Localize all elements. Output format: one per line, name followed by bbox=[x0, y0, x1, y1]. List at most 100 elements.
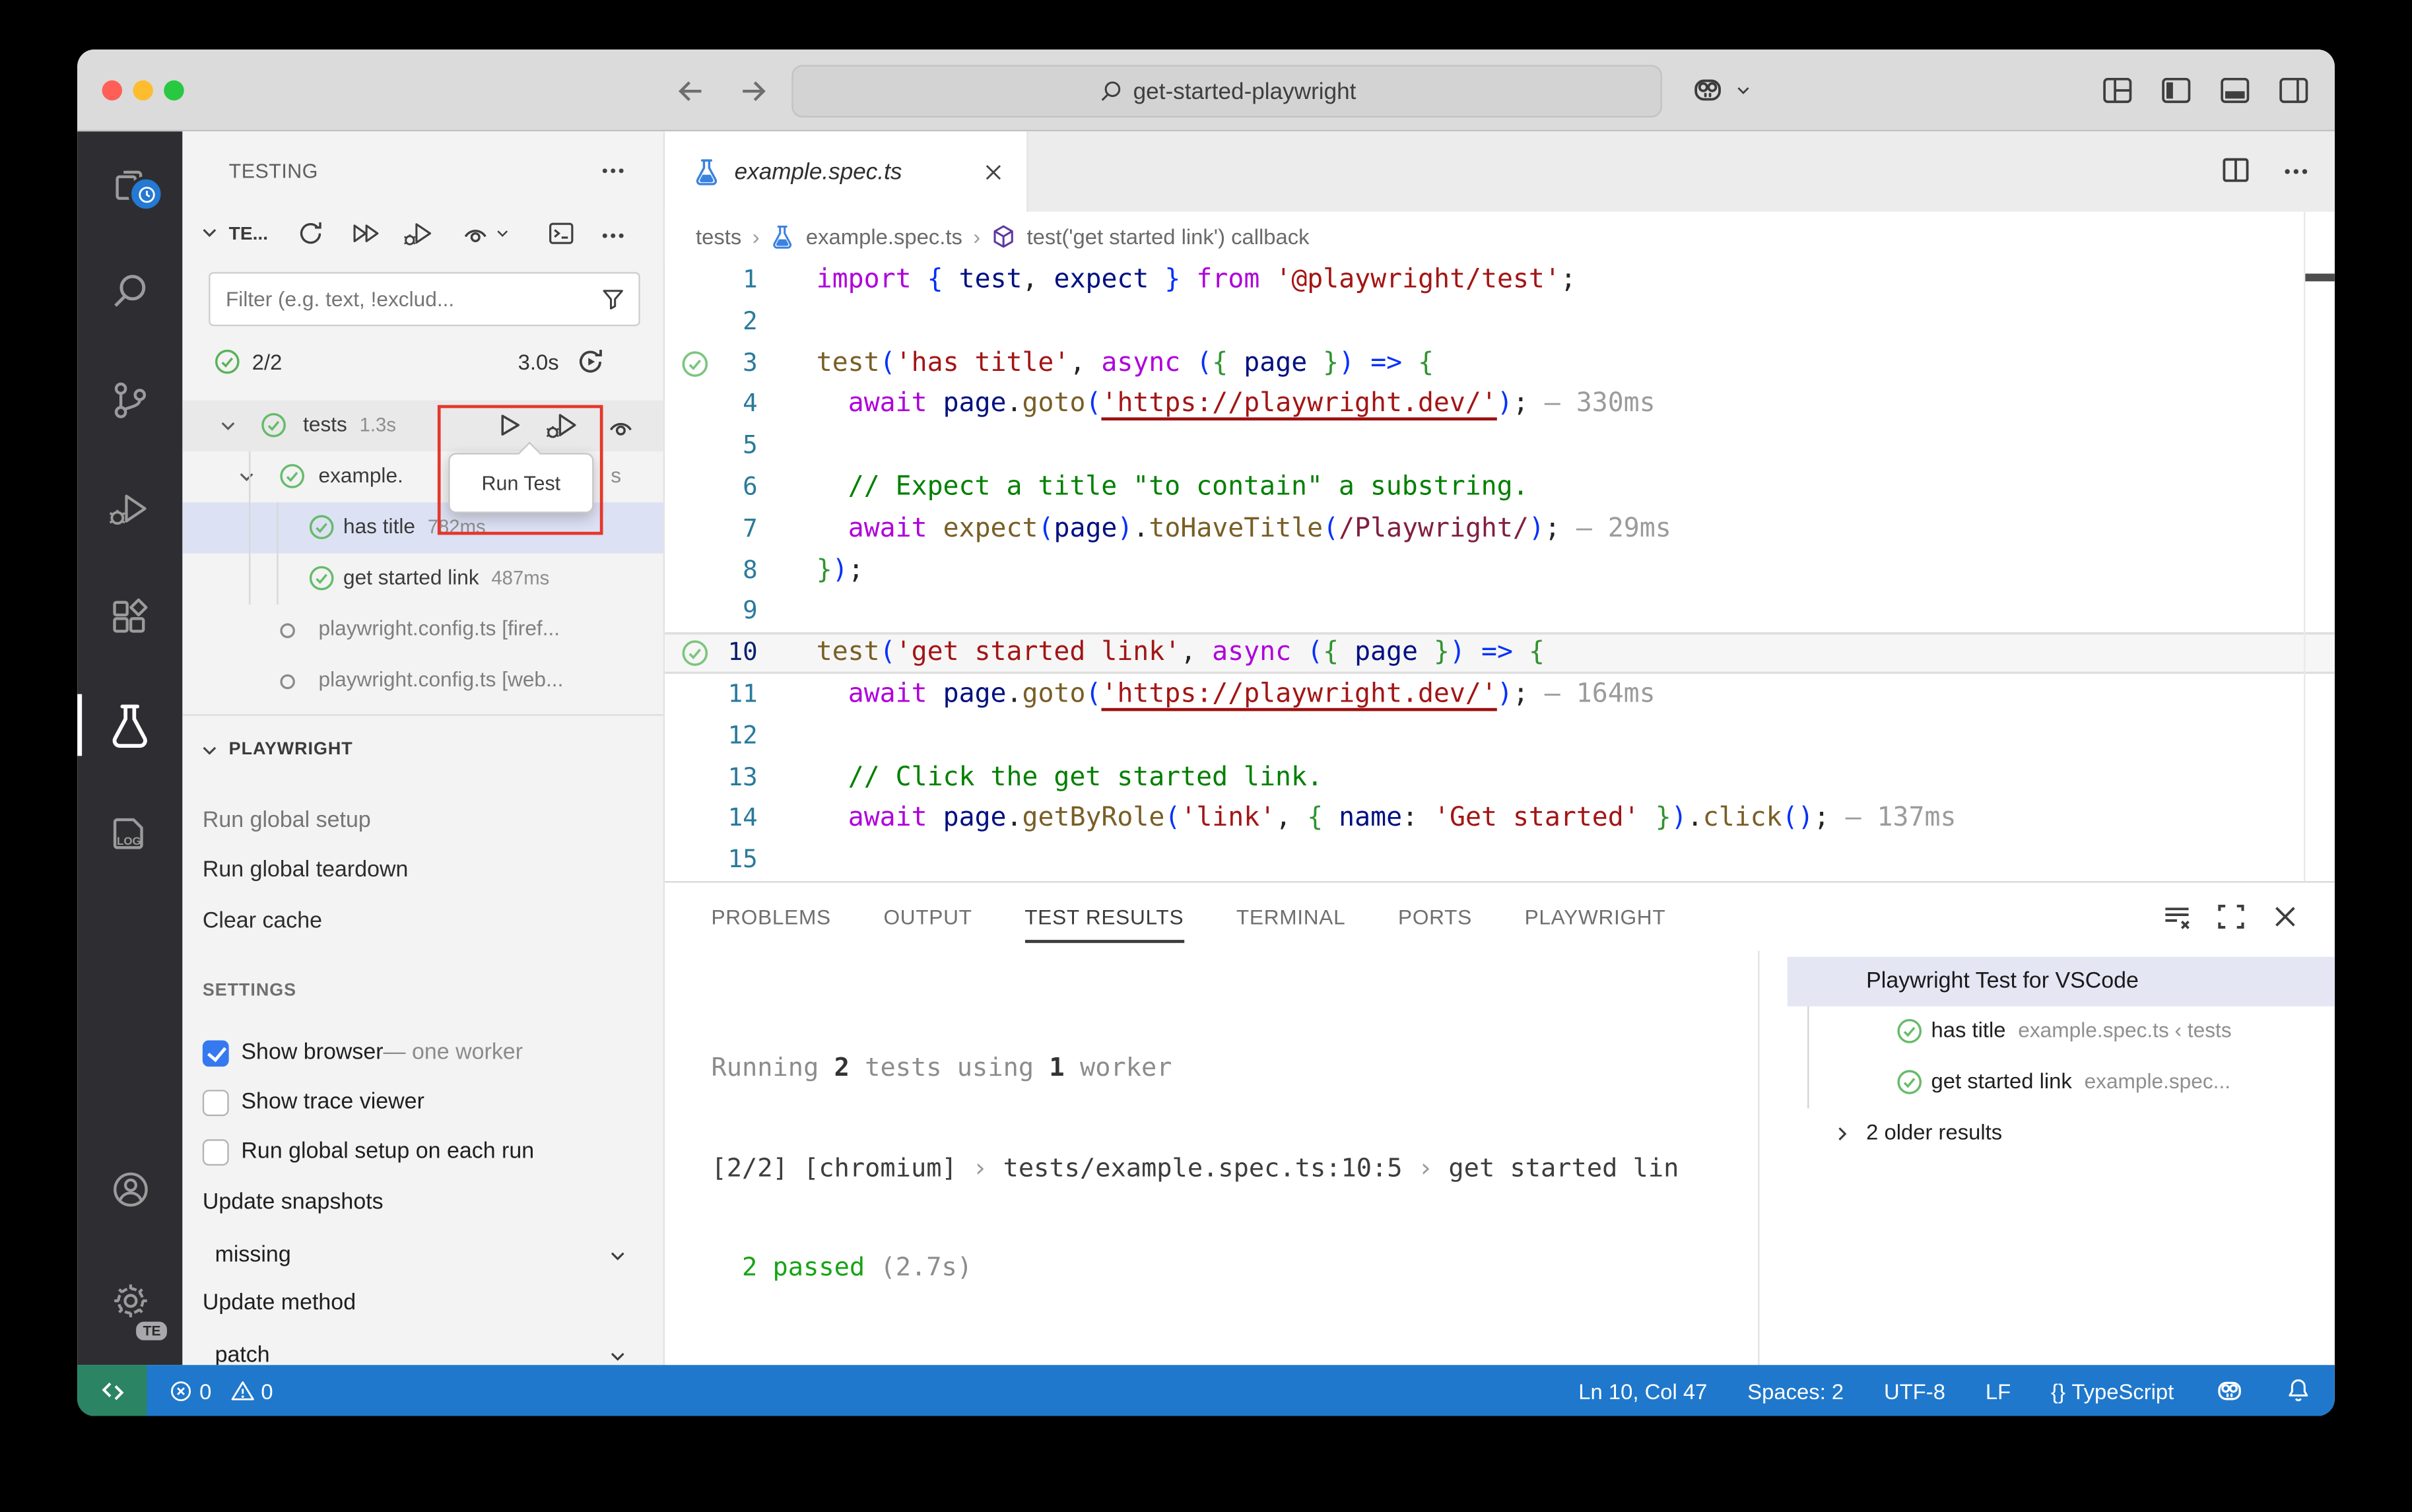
playwright-section-header[interactable]: PLAYWRIGHT bbox=[182, 728, 663, 774]
settings-button[interactable]: TE bbox=[77, 1263, 182, 1337]
chevron-down-icon[interactable] bbox=[198, 221, 221, 244]
filter-funnel-icon[interactable] bbox=[600, 286, 626, 312]
split-editor-icon[interactable] bbox=[2221, 154, 2252, 185]
sidebar-header: TESTING bbox=[182, 131, 663, 209]
copilot-status-icon[interactable] bbox=[2214, 1375, 2245, 1406]
clear-cache-link[interactable]: Clear cache bbox=[203, 897, 645, 946]
setting-show-browser[interactable]: Show browser— one worker bbox=[203, 1030, 651, 1076]
row-time: 782ms bbox=[428, 516, 486, 538]
encoding-setting[interactable]: UTF-8 bbox=[1884, 1378, 1945, 1402]
sidebar-item-source-control[interactable] bbox=[77, 363, 182, 437]
indentation-setting[interactable]: Spaces: 2 bbox=[1747, 1378, 1844, 1402]
run-test-icon[interactable] bbox=[493, 410, 524, 441]
sidebar-item-testing[interactable] bbox=[77, 688, 182, 762]
section-divider bbox=[182, 714, 663, 715]
update-method-select[interactable]: patch bbox=[215, 1334, 645, 1365]
terminal-icon[interactable] bbox=[547, 220, 575, 247]
reveal-eye-icon[interactable] bbox=[606, 412, 636, 440]
chevron-down-icon[interactable] bbox=[493, 224, 512, 243]
run-all-tests-icon[interactable] bbox=[349, 220, 384, 247]
section-label: TE... bbox=[229, 222, 268, 244]
output-line: 2 passed (2.7s) bbox=[711, 1251, 1731, 1284]
close-panel-icon[interactable] bbox=[2269, 902, 2300, 933]
language-mode[interactable]: {} TypeScript bbox=[2051, 1378, 2174, 1402]
checkbox-unchecked[interactable] bbox=[203, 1089, 229, 1115]
maximize-panel-icon[interactable] bbox=[2216, 902, 2247, 933]
toggle-primary-sidebar-icon[interactable] bbox=[2160, 74, 2192, 106]
warning-count: 0 bbox=[261, 1378, 273, 1402]
account-icon bbox=[109, 1168, 151, 1210]
checkbox-unchecked[interactable] bbox=[203, 1138, 229, 1165]
warning-icon bbox=[230, 1378, 255, 1402]
debug-all-tests-icon[interactable] bbox=[402, 220, 436, 247]
results-root-row[interactable]: Playwright Test for VSCode bbox=[1788, 957, 2335, 1006]
breadcrumb-tests[interactable]: tests bbox=[696, 223, 741, 247]
close-tab-icon[interactable] bbox=[982, 160, 1005, 183]
zoom-window-button[interactable] bbox=[164, 81, 184, 100]
tab-output[interactable]: OUTPUT bbox=[883, 905, 972, 928]
debug-test-icon[interactable] bbox=[544, 410, 581, 441]
tree-row-config-firefox[interactable]: playwright.config.ts [firef... bbox=[182, 605, 663, 655]
result-row-get-started-link[interactable]: get started linkexample.spec... bbox=[1760, 1057, 2335, 1108]
setting-run-global-setup-each-run[interactable]: Run global setup on each run bbox=[203, 1129, 651, 1175]
close-window-button[interactable] bbox=[102, 81, 122, 100]
sidebar-item-explorer[interactable] bbox=[77, 147, 182, 221]
settings-section-title: SETTINGS bbox=[203, 981, 296, 1000]
watch-mode-eye-icon[interactable] bbox=[461, 220, 490, 247]
account-button[interactable] bbox=[77, 1152, 182, 1226]
tree-row-tests[interactable]: tests1.3s bbox=[182, 401, 663, 451]
back-arrow-icon[interactable] bbox=[674, 74, 708, 108]
refresh-tests-icon[interactable] bbox=[297, 220, 325, 247]
more-actions-icon[interactable] bbox=[600, 222, 626, 249]
overview-ruler-mark[interactable] bbox=[2305, 274, 2335, 282]
vscode-window: get-started-playwright bbox=[77, 49, 2335, 1416]
notifications-bell-icon[interactable] bbox=[2285, 1377, 2312, 1404]
toggle-secondary-sidebar-icon[interactable] bbox=[2277, 74, 2310, 106]
toggle-panel-icon[interactable] bbox=[2219, 74, 2251, 106]
forward-arrow-icon[interactable] bbox=[736, 74, 770, 108]
tab-example-spec[interactable]: example.spec.ts bbox=[665, 131, 1028, 212]
tab-playwright[interactable]: PLAYWRIGHT bbox=[1525, 905, 1666, 928]
update-snapshots-select[interactable]: missing bbox=[215, 1233, 645, 1277]
select-value: patch bbox=[215, 1343, 270, 1365]
tab-test-results[interactable]: TEST RESULTS bbox=[1024, 905, 1184, 928]
problems-status[interactable]: 0 0 bbox=[168, 1378, 273, 1402]
copilot-menu[interactable] bbox=[1690, 73, 1753, 108]
tree-row-get-started-link[interactable]: get started link487ms bbox=[182, 554, 663, 605]
filter-input[interactable] bbox=[211, 288, 600, 311]
customize-layout-icon[interactable] bbox=[2101, 74, 2133, 106]
tab-terminal[interactable]: TERMINAL bbox=[1236, 905, 1346, 928]
eol-setting[interactable]: LF bbox=[1986, 1378, 2011, 1402]
setting-show-trace-viewer[interactable]: Show trace viewer bbox=[203, 1079, 651, 1125]
code-editor[interactable]: 1import { test, expect } from '@playwrig… bbox=[665, 260, 2335, 882]
tab-ports[interactable]: PORTS bbox=[1398, 905, 1472, 928]
run-global-teardown-link[interactable]: Run global teardown bbox=[203, 845, 645, 895]
sidebar-item-log-output[interactable] bbox=[77, 796, 182, 870]
code-line-3: 3test('has title', async ({ page }) => { bbox=[665, 343, 2335, 384]
sidebar-item-search[interactable] bbox=[77, 255, 182, 329]
code-line-14: 14 await page.getByRole('link', { name: … bbox=[665, 798, 2335, 839]
chevron-down-icon[interactable] bbox=[235, 465, 258, 488]
command-center-search[interactable]: get-started-playwright bbox=[791, 65, 1662, 117]
tree-row-config-webkit[interactable]: playwright.config.ts [web... bbox=[182, 655, 663, 706]
breadcrumb-symbol[interactable]: test('get started link') callback bbox=[1027, 223, 1310, 247]
breadcrumb-file[interactable]: example.spec.ts bbox=[806, 223, 962, 247]
cursor-position[interactable]: Ln 10, Col 47 bbox=[1578, 1378, 1707, 1402]
older-results-row[interactable]: 2 older results bbox=[1760, 1108, 2335, 1159]
row-label: tests bbox=[303, 412, 347, 436]
sidebar-item-run-debug[interactable] bbox=[77, 471, 182, 545]
section-title: PLAYWRIGHT bbox=[229, 740, 353, 759]
more-actions-icon[interactable] bbox=[600, 158, 626, 184]
more-actions-icon[interactable] bbox=[2282, 154, 2310, 185]
chevron-down-icon[interactable] bbox=[217, 414, 240, 438]
clear-output-icon[interactable] bbox=[2162, 902, 2193, 933]
tab-problems[interactable]: PROBLEMS bbox=[711, 905, 830, 928]
checkbox-checked[interactable] bbox=[203, 1039, 229, 1066]
run-global-setup-link[interactable]: Run global setup bbox=[203, 796, 645, 845]
rerun-tests-icon[interactable] bbox=[575, 346, 606, 378]
minimize-window-button[interactable] bbox=[133, 81, 152, 100]
remote-indicator[interactable] bbox=[77, 1365, 147, 1416]
result-row-has-title[interactable]: has titleexample.spec.ts ‹ tests bbox=[1760, 1006, 2335, 1057]
sidebar-item-extensions[interactable] bbox=[77, 579, 182, 653]
code-line-4: 4 await page.goto('https://playwright.de… bbox=[665, 384, 2335, 426]
